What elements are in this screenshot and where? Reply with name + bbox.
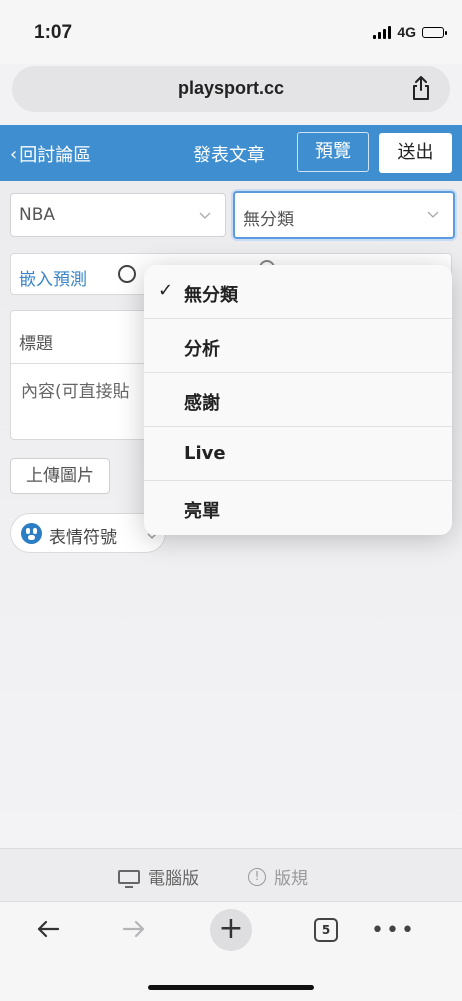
- battery-icon: [422, 26, 447, 38]
- category-option[interactable]: 亮單: [144, 481, 452, 535]
- option-label: 亮單: [184, 501, 220, 522]
- browser-toolbar: + 5 •••: [0, 901, 462, 1001]
- category-select-value: 無分類: [243, 210, 294, 230]
- desktop-version-link[interactable]: 電腦版: [118, 864, 199, 889]
- page-title: 發表文章: [193, 145, 265, 166]
- embed-radio-option[interactable]: [118, 265, 136, 283]
- tabs-button[interactable]: 5: [314, 918, 338, 942]
- upload-image-button[interactable]: 上傳圖片: [10, 458, 110, 494]
- desktop-version-label: 電腦版: [148, 869, 199, 889]
- rules-link[interactable]: ! 版規: [248, 864, 308, 889]
- content-textarea[interactable]: 內容(可直接貼: [21, 377, 130, 402]
- status-time: 1:07: [34, 22, 73, 43]
- category-option[interactable]: ✓ 無分類: [144, 265, 452, 319]
- option-label: Live: [184, 443, 226, 464]
- rules-label: 版規: [274, 869, 308, 889]
- category-dropdown-menu: ✓ 無分類 分析 感謝 Live 亮單: [144, 265, 452, 535]
- send-button[interactable]: 送出: [379, 133, 452, 173]
- url-text[interactable]: playsport.cc: [12, 78, 450, 99]
- chevron-left-icon: ‹: [10, 143, 18, 165]
- category-option[interactable]: Live: [144, 427, 452, 481]
- option-label: 無分類: [184, 285, 238, 306]
- signal-icon: [373, 25, 392, 39]
- new-tab-plus-icon[interactable]: +: [210, 909, 252, 951]
- monitor-icon: [118, 869, 140, 888]
- back-arrow-icon[interactable]: [36, 919, 60, 939]
- option-label: 感謝: [184, 393, 220, 414]
- league-select[interactable]: NBA: [10, 193, 226, 237]
- emoji-button[interactable]: 表情符號: [10, 513, 166, 553]
- status-indicators: 4G: [373, 24, 447, 40]
- category-select[interactable]: 無分類: [233, 191, 455, 239]
- status-bar: 1:07 4G: [0, 0, 462, 64]
- forward-arrow-icon[interactable]: [122, 919, 146, 939]
- emoji-face-icon: [21, 523, 42, 544]
- league-select-value: NBA: [19, 205, 56, 225]
- title-input[interactable]: 標題: [19, 329, 53, 354]
- address-bar[interactable]: playsport.cc: [12, 66, 450, 112]
- category-option[interactable]: 感謝: [144, 373, 452, 427]
- category-option[interactable]: 分析: [144, 319, 452, 373]
- share-icon[interactable]: [410, 75, 432, 101]
- preview-button[interactable]: 預覽: [297, 132, 369, 172]
- embed-prediction-label: 嵌入預測: [19, 270, 87, 290]
- chevron-down-icon: [427, 211, 439, 218]
- emoji-label: 表情符號: [49, 528, 117, 548]
- page-footer: 電腦版 ! 版規: [0, 848, 462, 901]
- chevron-down-icon: [199, 212, 211, 219]
- info-icon: !: [248, 867, 266, 886]
- home-indicator: [148, 985, 314, 990]
- more-icon[interactable]: •••: [371, 918, 416, 943]
- option-label: 分析: [184, 339, 220, 360]
- network-label: 4G: [397, 24, 416, 40]
- back-to-forum-link[interactable]: ‹ 回討論區: [10, 141, 91, 167]
- checkmark-icon: ✓: [158, 280, 174, 301]
- back-label: 回討論區: [19, 145, 92, 166]
